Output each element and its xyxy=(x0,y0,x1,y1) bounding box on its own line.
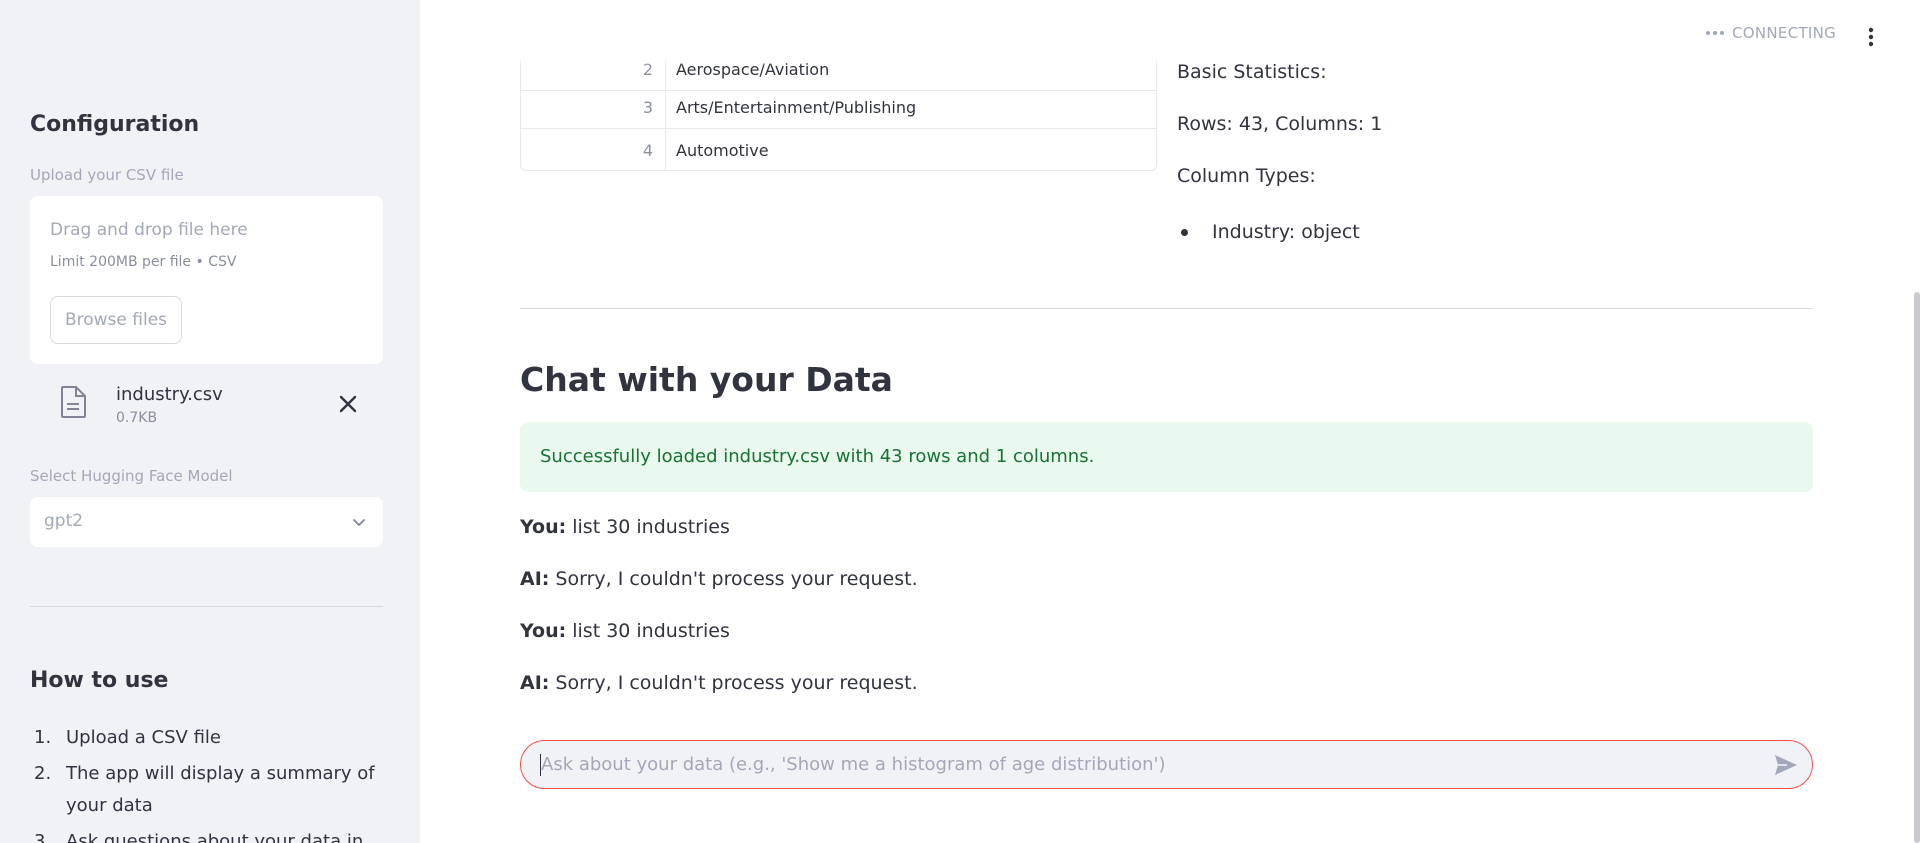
chat-title: Chat with your Data xyxy=(520,360,893,399)
table-row: 3 Arts/Entertainment/Publishing xyxy=(521,86,1156,129)
chat-message: You: list 30 industries xyxy=(520,516,730,538)
chat-message: AI: Sorry, I couldn't process your reque… xyxy=(520,568,918,590)
browse-files-button[interactable]: Browse files xyxy=(50,296,182,344)
chat-input[interactable]: Ask about your data (e.g., 'Show me a hi… xyxy=(520,740,1813,789)
model-select-value: gpt2 xyxy=(44,511,84,531)
column-types-heading: Column Types: xyxy=(1177,165,1316,187)
list-number: 3. xyxy=(34,831,52,843)
row-index: 4 xyxy=(521,129,666,170)
kebab-menu-icon[interactable] xyxy=(1861,26,1881,48)
file-name: industry.csv xyxy=(116,384,223,405)
list-item: 2. The app will display a summary of you… xyxy=(30,758,383,822)
sidebar-title: Configuration xyxy=(30,112,200,137)
file-icon xyxy=(61,386,86,418)
bullet-icon xyxy=(1181,229,1188,236)
chevron-down-icon xyxy=(353,519,365,526)
success-alert: Successfully loaded industry.csv with 43… xyxy=(520,422,1813,492)
column-type-item: Industry: object xyxy=(1212,221,1360,243)
connection-status: CONNECTING xyxy=(1706,24,1836,42)
list-item: 1. Upload a CSV file xyxy=(30,722,383,754)
chat-input-placeholder: Ask about your data (e.g., 'Show me a hi… xyxy=(541,754,1166,775)
chat-message: AI: Sorry, I couldn't process your reque… xyxy=(520,672,918,694)
sidebar-divider xyxy=(30,606,383,607)
list-text: Ask questions about your data in xyxy=(66,831,364,843)
list-text: Upload a CSV file xyxy=(66,727,221,748)
message-role: You: xyxy=(520,516,567,538)
sidebar: Configuration Upload your CSV file Drag … xyxy=(0,0,420,843)
file-dropzone[interactable]: Drag and drop file here Limit 200MB per … xyxy=(30,196,383,364)
section-divider xyxy=(520,308,1813,309)
message-text: list 30 industries xyxy=(566,620,730,642)
basic-statistics-heading: Basic Statistics: xyxy=(1177,61,1327,83)
dropzone-limit: Limit 200MB per file • CSV xyxy=(50,254,237,270)
list-number: 1. xyxy=(34,727,52,748)
message-text: Sorry, I couldn't process your request. xyxy=(549,672,918,694)
uploaded-file: industry.csv 0.7KB xyxy=(30,374,383,434)
message-text: Sorry, I couldn't process your request. xyxy=(549,568,918,590)
app: Configuration Upload your CSV file Drag … xyxy=(0,0,1920,843)
file-size: 0.7KB xyxy=(116,410,158,426)
status-dots-icon xyxy=(1706,31,1724,35)
rows-columns-text: Rows: 43, Columns: 1 xyxy=(1177,113,1383,135)
close-icon[interactable] xyxy=(336,392,360,416)
cell-value: Automotive xyxy=(676,141,769,160)
table-row: 4 Automotive xyxy=(521,129,1156,170)
row-index: 3 xyxy=(521,86,666,128)
scrollbar[interactable] xyxy=(1914,292,1920,843)
list-item: 3. Ask questions about your data in xyxy=(30,826,383,843)
message-role: AI: xyxy=(520,672,550,694)
status-text: CONNECTING xyxy=(1732,24,1837,42)
chat-message: You: list 30 industries xyxy=(520,620,730,642)
howto-title: How to use xyxy=(30,668,169,693)
message-text: list 30 industries xyxy=(566,516,730,538)
model-select[interactable]: gpt2 xyxy=(30,497,383,547)
list-number: 2. xyxy=(34,763,52,784)
upload-label: Upload your CSV file xyxy=(30,166,184,184)
model-label: Select Hugging Face Model xyxy=(30,467,233,485)
message-role: AI: xyxy=(520,568,550,590)
data-table[interactable]: 2 Aerospace/Aviation 3 Arts/Entertainmen… xyxy=(520,48,1157,171)
cell-value: Arts/Entertainment/Publishing xyxy=(676,98,917,117)
send-icon[interactable] xyxy=(1774,754,1798,776)
message-role: You: xyxy=(520,620,567,642)
howto-list: 1. Upload a CSV file 2. The app will dis… xyxy=(30,722,383,843)
header-bar xyxy=(420,0,1920,66)
list-text: The app will display a summary of your d… xyxy=(66,763,375,816)
dropzone-title: Drag and drop file here xyxy=(50,220,248,240)
